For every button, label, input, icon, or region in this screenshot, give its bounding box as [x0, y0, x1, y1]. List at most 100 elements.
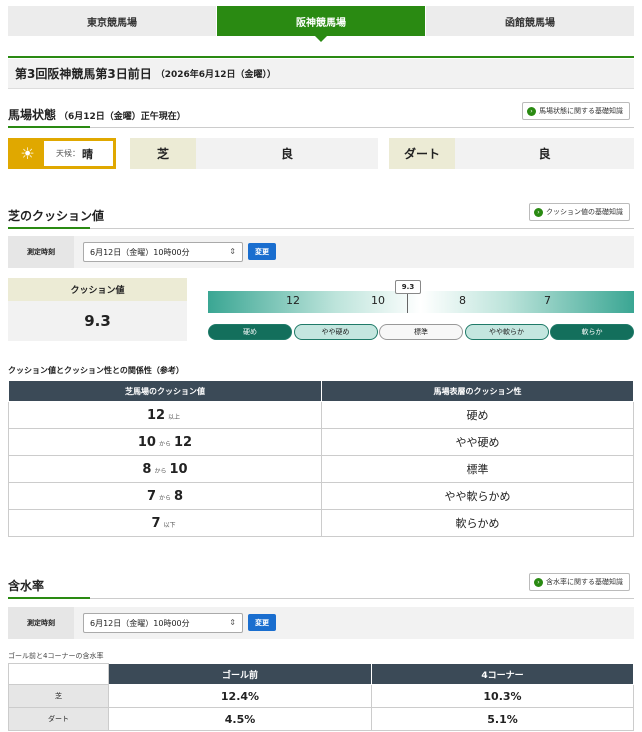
moisture-subtitle: ゴール前と4コーナーの含水率	[8, 652, 104, 660]
measure-label: 測定時刻	[8, 607, 74, 639]
table-header-row: 芝馬場のクッション値 馬場表層のクッション性	[8, 380, 634, 402]
race-date: （2026年6月12日（金曜））	[155, 70, 277, 80]
scale-slightly-soft: やや軟らか	[464, 324, 549, 340]
track-help-label: 馬場状態に関する基礎知識	[539, 107, 623, 115]
table-row: 12 以上 硬め	[8, 401, 634, 429]
arrow-circle-icon: ›	[527, 106, 536, 116]
range-from: 12	[146, 407, 166, 423]
heading-accent	[8, 126, 90, 128]
moisture-measure-row: 測定時刻 6月12日（金曜）10時00分 ⇕ 変更	[8, 607, 634, 639]
cushion-heading: 芝のクッション値	[8, 209, 105, 223]
corner4-cell: 10.3%	[371, 684, 634, 708]
cushion-change-button[interactable]: 変更	[248, 243, 276, 260]
scale-slightly-hard: やや硬め	[293, 324, 378, 340]
track-heading: 馬場状態	[8, 108, 57, 122]
table-header-row: ゴール前 4コーナー	[8, 663, 634, 685]
chevron-updown-icon: ⇕	[229, 247, 236, 256]
cushion-measure-row: 測定時刻 6月12日（金曜）10時00分 ⇕ 変更	[8, 236, 634, 268]
gauge-tick: 7	[544, 294, 551, 307]
range-from: 10	[137, 434, 156, 450]
row-label: 芝	[8, 684, 109, 708]
relation-title: クッション値とクッション性との関係性（参考）	[8, 366, 184, 375]
weather-box: ☀ 天候： 晴	[8, 138, 116, 169]
track-sub: （6月12日（金曜）正午現在）	[59, 112, 186, 122]
turf-label: 芝	[130, 138, 196, 169]
cushion-help-label: クッション値の基礎知識	[546, 208, 623, 216]
heading-accent	[8, 227, 90, 229]
cushion-time-select[interactable]: 6月12日（金曜）10時00分 ⇕	[83, 242, 243, 262]
table-row: 7 以下 軟らかめ	[8, 509, 634, 537]
moisture-time-select[interactable]: 6月12日（金曜）10時00分 ⇕	[83, 613, 243, 633]
range-cell: 8 から 10	[8, 455, 322, 483]
track-condition-header: 馬場状態 （6月12日（金曜）正午現在） › 馬場状態に関する基礎知識	[8, 102, 634, 128]
arrow-circle-icon: ›	[534, 207, 543, 217]
table-row: ダート 4.5% 5.1%	[8, 707, 634, 731]
table-row: 芝 12.4% 10.3%	[8, 684, 634, 708]
desc-cell: 硬め	[321, 401, 634, 429]
moisture-table: ゴール前 4コーナー 芝 12.4% 10.3% ダート 4.5% 5.1%	[8, 663, 634, 731]
tab-tokyo[interactable]: 東京競馬場	[8, 6, 216, 36]
cushion-header: 芝のクッション値 › クッション値の基礎知識	[8, 203, 634, 229]
cushion-gauge: 12 10 8 7	[208, 291, 634, 313]
desc-cell: 標準	[321, 455, 634, 483]
table-row: 7 から 8 やや軟らかめ	[8, 482, 634, 510]
corner4-cell: 5.1%	[371, 707, 634, 731]
range-sep: から	[154, 467, 167, 475]
sun-icon: ☀	[11, 141, 44, 166]
range-from: 8	[142, 461, 152, 477]
table-row: 8 から 10 標準	[8, 455, 634, 483]
dirt-value: 良	[455, 138, 634, 169]
column-header: 馬場表層のクッション性	[321, 380, 634, 402]
moisture-help-label: 含水率に関する基礎知識	[546, 578, 623, 586]
row-label: ダート	[8, 707, 109, 731]
scale-standard: 標準	[379, 324, 463, 340]
range-cell: 7 以下	[8, 509, 322, 537]
range-sep: 以上	[168, 413, 181, 421]
gauge-tick: 12	[286, 294, 300, 307]
chevron-updown-icon: ⇕	[229, 618, 236, 627]
range-sep: 以下	[163, 521, 176, 529]
range-to: 8	[174, 488, 184, 504]
dirt-label: ダート	[389, 138, 455, 169]
range-cell: 7 から 8	[8, 482, 322, 510]
gauge-tick: 10	[371, 294, 385, 307]
cushion-value-label: クッション値	[8, 278, 187, 301]
select-value: 6月12日（金曜）10時00分	[90, 618, 190, 628]
dirt-going: ダート 良	[389, 138, 634, 169]
heading-accent	[8, 597, 90, 599]
range-sep: から	[158, 494, 171, 502]
corner-cell	[8, 663, 109, 685]
tab-divider	[8, 56, 634, 58]
tab-hanshin[interactable]: 阪神競馬場	[217, 6, 425, 42]
desc-cell: やや軟らかめ	[321, 482, 634, 510]
cushion-value: 9.3	[8, 301, 187, 341]
turf-going: 芝 良	[130, 138, 378, 169]
race-title: 第3回阪神競馬第3日前日 （2026年6月12日（金曜））	[8, 59, 634, 89]
turf-value: 良	[196, 138, 378, 169]
cushion-scale: 硬め やや硬め 標準 やや軟らか 軟らか	[208, 324, 634, 340]
gauge-marker-line	[407, 294, 408, 313]
relation-table: 芝馬場のクッション値 馬場表層のクッション性 12 以上 硬め 10 から 12 やや…	[8, 380, 634, 537]
section-title: 馬場状態 （6月12日（金曜）正午現在）	[8, 106, 186, 123]
range-sep: から	[158, 440, 171, 448]
range-cell: 10 から 12	[8, 428, 322, 456]
cushion-help-button[interactable]: › クッション値の基礎知識	[529, 203, 630, 221]
weather-value: 晴	[82, 147, 93, 161]
weather-label: 天候：	[56, 149, 80, 158]
range-cell: 12 以上	[8, 401, 322, 429]
column-header: ゴール前	[108, 663, 372, 685]
moisture-heading: 含水率	[8, 579, 45, 593]
moisture-change-button[interactable]: 変更	[248, 614, 276, 631]
moisture-help-button[interactable]: › 含水率に関する基礎知識	[529, 573, 630, 591]
column-header: 芝馬場のクッション値	[8, 380, 322, 402]
scale-hard: 硬め	[208, 324, 292, 340]
range-from: 7	[151, 515, 161, 531]
gauge-tick: 8	[459, 294, 466, 307]
measure-label: 測定時刻	[8, 236, 74, 268]
tab-hakodate[interactable]: 函館競馬場	[426, 6, 634, 36]
goal-cell: 12.4%	[108, 684, 372, 708]
column-header: 4コーナー	[371, 663, 634, 685]
desc-cell: 軟らかめ	[321, 509, 634, 537]
moisture-header: 含水率 › 含水率に関する基礎知識	[8, 573, 634, 599]
track-help-button[interactable]: › 馬場状態に関する基礎知識	[522, 102, 630, 120]
